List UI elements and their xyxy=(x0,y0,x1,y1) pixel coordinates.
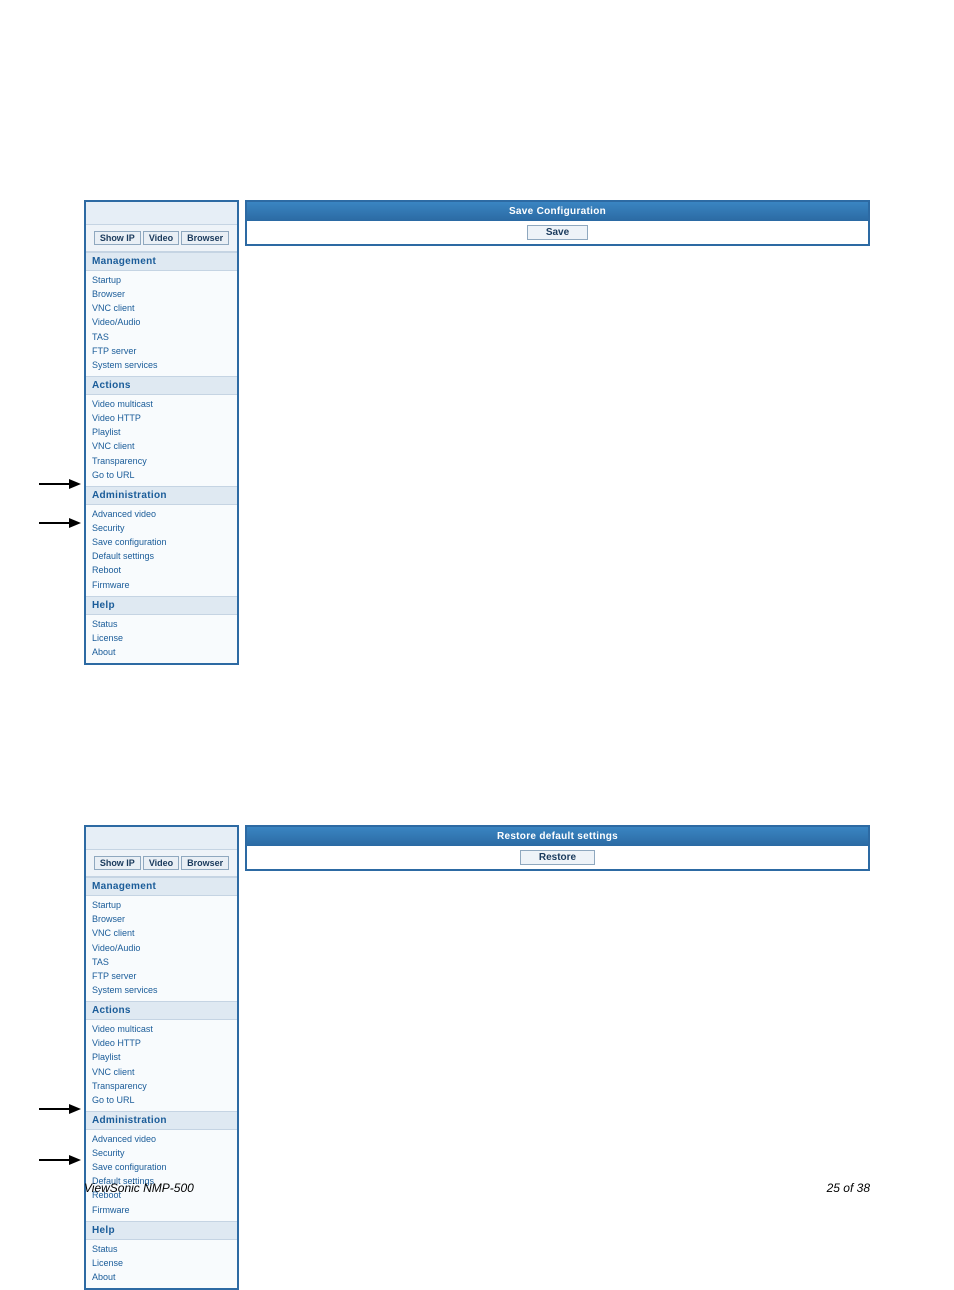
link-security[interactable]: Security xyxy=(86,521,237,535)
link-save-configuration[interactable]: Save configuration xyxy=(86,535,237,549)
sidebar: Show IP Video Browser Management Startup… xyxy=(84,825,239,1290)
section-header-management: Management xyxy=(86,252,237,271)
section-header-help: Help xyxy=(86,596,237,615)
link-browser[interactable]: Browser xyxy=(86,287,237,301)
link-startup[interactable]: Startup xyxy=(86,898,237,912)
panel-action-bar: Restore xyxy=(245,846,870,871)
arrow-icon xyxy=(39,517,81,529)
management-links: Startup Browser VNC client Video/Audio T… xyxy=(86,271,237,376)
link-ftp-server[interactable]: FTP server xyxy=(86,344,237,358)
link-video-audio[interactable]: Video/Audio xyxy=(86,315,237,329)
link-go-to-url[interactable]: Go to URL xyxy=(86,468,237,482)
save-button[interactable]: Save xyxy=(527,225,588,240)
link-browser[interactable]: Browser xyxy=(86,912,237,926)
video-button[interactable]: Video xyxy=(143,231,179,245)
page-footer: ViewSonic NMP-500 25 of 38 xyxy=(84,1181,870,1195)
link-video-http[interactable]: Video HTTP xyxy=(86,411,237,425)
link-video-http[interactable]: Video HTTP xyxy=(86,1036,237,1050)
administration-links: Advanced video Security Save configurati… xyxy=(86,505,237,596)
link-go-to-url[interactable]: Go to URL xyxy=(86,1093,237,1107)
link-vnc-client-action[interactable]: VNC client xyxy=(86,439,237,453)
main-panel: Restore default settings Restore xyxy=(245,825,870,871)
link-advanced-video[interactable]: Advanced video xyxy=(86,507,237,521)
link-tas[interactable]: TAS xyxy=(86,330,237,344)
link-license[interactable]: License xyxy=(86,631,237,645)
sidebar-top-spacer xyxy=(86,202,237,225)
link-transparency[interactable]: Transparency xyxy=(86,1079,237,1093)
arrow-icon xyxy=(39,1154,81,1166)
link-tas[interactable]: TAS xyxy=(86,955,237,969)
panel-title: Save Configuration xyxy=(245,200,870,221)
link-system-services[interactable]: System services xyxy=(86,983,237,997)
link-transparency[interactable]: Transparency xyxy=(86,454,237,468)
video-button[interactable]: Video xyxy=(143,856,179,870)
actions-links: Video multicast Video HTTP Playlist VNC … xyxy=(86,395,237,486)
link-about[interactable]: About xyxy=(86,645,237,659)
save-config-figure: Show IP Video Browser Management Startup… xyxy=(84,200,870,665)
show-ip-button[interactable]: Show IP xyxy=(94,856,141,870)
administration-links: Advanced video Security Save configurati… xyxy=(86,1130,237,1221)
link-firmware[interactable]: Firmware xyxy=(86,1203,237,1217)
link-vnc-client[interactable]: VNC client xyxy=(86,926,237,940)
sidebar-button-row: Show IP Video Browser xyxy=(86,850,237,877)
link-reboot[interactable]: Reboot xyxy=(86,563,237,577)
link-default-settings[interactable]: Default settings xyxy=(86,549,237,563)
panel-title: Restore default settings xyxy=(245,825,870,846)
arrow-icon xyxy=(39,478,81,490)
restore-button[interactable]: Restore xyxy=(520,850,595,865)
footer-product: ViewSonic NMP-500 xyxy=(84,1181,194,1195)
footer-page-number: 25 of 38 xyxy=(827,1181,870,1195)
sidebar-button-row: Show IP Video Browser xyxy=(86,225,237,252)
help-links: Status License About xyxy=(86,615,237,663)
section-header-administration: Administration xyxy=(86,486,237,505)
link-startup[interactable]: Startup xyxy=(86,273,237,287)
link-firmware[interactable]: Firmware xyxy=(86,578,237,592)
link-ftp-server[interactable]: FTP server xyxy=(86,969,237,983)
sidebar: Show IP Video Browser Management Startup… xyxy=(84,200,239,665)
help-links: Status License About xyxy=(86,1240,237,1288)
link-playlist[interactable]: Playlist xyxy=(86,1050,237,1064)
link-video-multicast[interactable]: Video multicast xyxy=(86,397,237,411)
section-header-management: Management xyxy=(86,877,237,896)
panel-action-bar: Save xyxy=(245,221,870,246)
section-header-administration: Administration xyxy=(86,1111,237,1130)
link-save-configuration[interactable]: Save configuration xyxy=(86,1160,237,1174)
arrow-icon xyxy=(39,1103,81,1115)
section-header-actions: Actions xyxy=(86,1001,237,1020)
show-ip-button[interactable]: Show IP xyxy=(94,231,141,245)
section-header-help: Help xyxy=(86,1221,237,1240)
link-advanced-video[interactable]: Advanced video xyxy=(86,1132,237,1146)
link-playlist[interactable]: Playlist xyxy=(86,425,237,439)
management-links: Startup Browser VNC client Video/Audio T… xyxy=(86,896,237,1001)
link-license[interactable]: License xyxy=(86,1256,237,1270)
link-about[interactable]: About xyxy=(86,1270,237,1284)
link-vnc-client-action[interactable]: VNC client xyxy=(86,1065,237,1079)
link-video-multicast[interactable]: Video multicast xyxy=(86,1022,237,1036)
link-security[interactable]: Security xyxy=(86,1146,237,1160)
link-status[interactable]: Status xyxy=(86,617,237,631)
link-system-services[interactable]: System services xyxy=(86,358,237,372)
browser-button[interactable]: Browser xyxy=(181,231,229,245)
restore-defaults-figure: Show IP Video Browser Management Startup… xyxy=(84,825,870,1290)
main-panel: Save Configuration Save xyxy=(245,200,870,246)
sidebar-top-spacer xyxy=(86,827,237,850)
browser-button[interactable]: Browser xyxy=(181,856,229,870)
document-page: Show IP Video Browser Management Startup… xyxy=(0,0,954,1235)
section-header-actions: Actions xyxy=(86,376,237,395)
link-vnc-client[interactable]: VNC client xyxy=(86,301,237,315)
link-status[interactable]: Status xyxy=(86,1242,237,1256)
link-video-audio[interactable]: Video/Audio xyxy=(86,941,237,955)
actions-links: Video multicast Video HTTP Playlist VNC … xyxy=(86,1020,237,1111)
